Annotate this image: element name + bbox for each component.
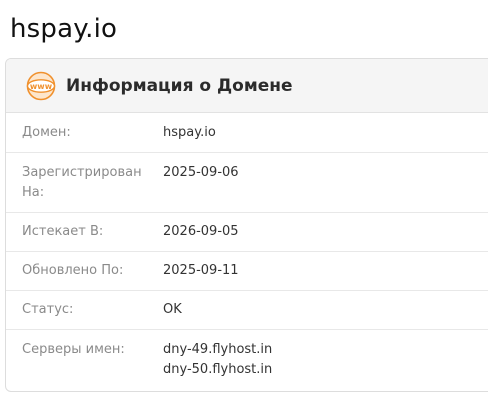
info-row-expires: Истекает В: 2026-09-05	[6, 213, 488, 252]
info-row-registered: Зарегистрирован На: 2025-09-06	[6, 153, 488, 213]
info-row-updated: Обновлено По: 2025-09-11	[6, 252, 488, 291]
page-title: hspay.io	[10, 14, 118, 44]
info-value-updated: 2025-09-11	[163, 263, 239, 278]
info-label-registered: Зарегистрирован На:	[22, 165, 142, 200]
nameserver-list: dny-49.flyhost.in dny-50.flyhost.in	[163, 340, 273, 391]
www-globe-icon: www	[26, 71, 56, 101]
info-value-domain: hspay.io	[163, 125, 216, 140]
info-row-domain: Домен: hspay.io	[6, 113, 488, 153]
info-label-domain: Домен:	[22, 125, 71, 140]
info-label-updated: Обновлено По:	[22, 263, 124, 278]
info-label-nameservers: Серверы имен:	[22, 342, 125, 357]
card-header-title: Информация о Домене	[66, 75, 293, 96]
page: hspay.io www Информация о Домене Домен: …	[0, 0, 488, 406]
domain-info-card: www Информация о Домене Домен: hspay.io …	[5, 58, 488, 392]
info-value-expires: 2026-09-05	[163, 224, 239, 239]
nameserver-item: dny-50.flyhost.in	[163, 362, 273, 377]
svg-text:www: www	[30, 82, 53, 91]
info-row-nameservers: Серверы имен: dny-49.flyhost.in dny-50.f…	[6, 330, 488, 391]
info-row-status: Статус: OK	[6, 291, 488, 330]
info-label-expires: Истекает В:	[22, 224, 104, 239]
card-header: www Информация о Домене	[6, 59, 488, 113]
status-value: OK	[163, 302, 182, 317]
info-label-status: Статус:	[22, 302, 74, 317]
info-value-registered: 2025-09-06	[163, 165, 239, 180]
nameserver-item: dny-49.flyhost.in	[163, 342, 273, 357]
